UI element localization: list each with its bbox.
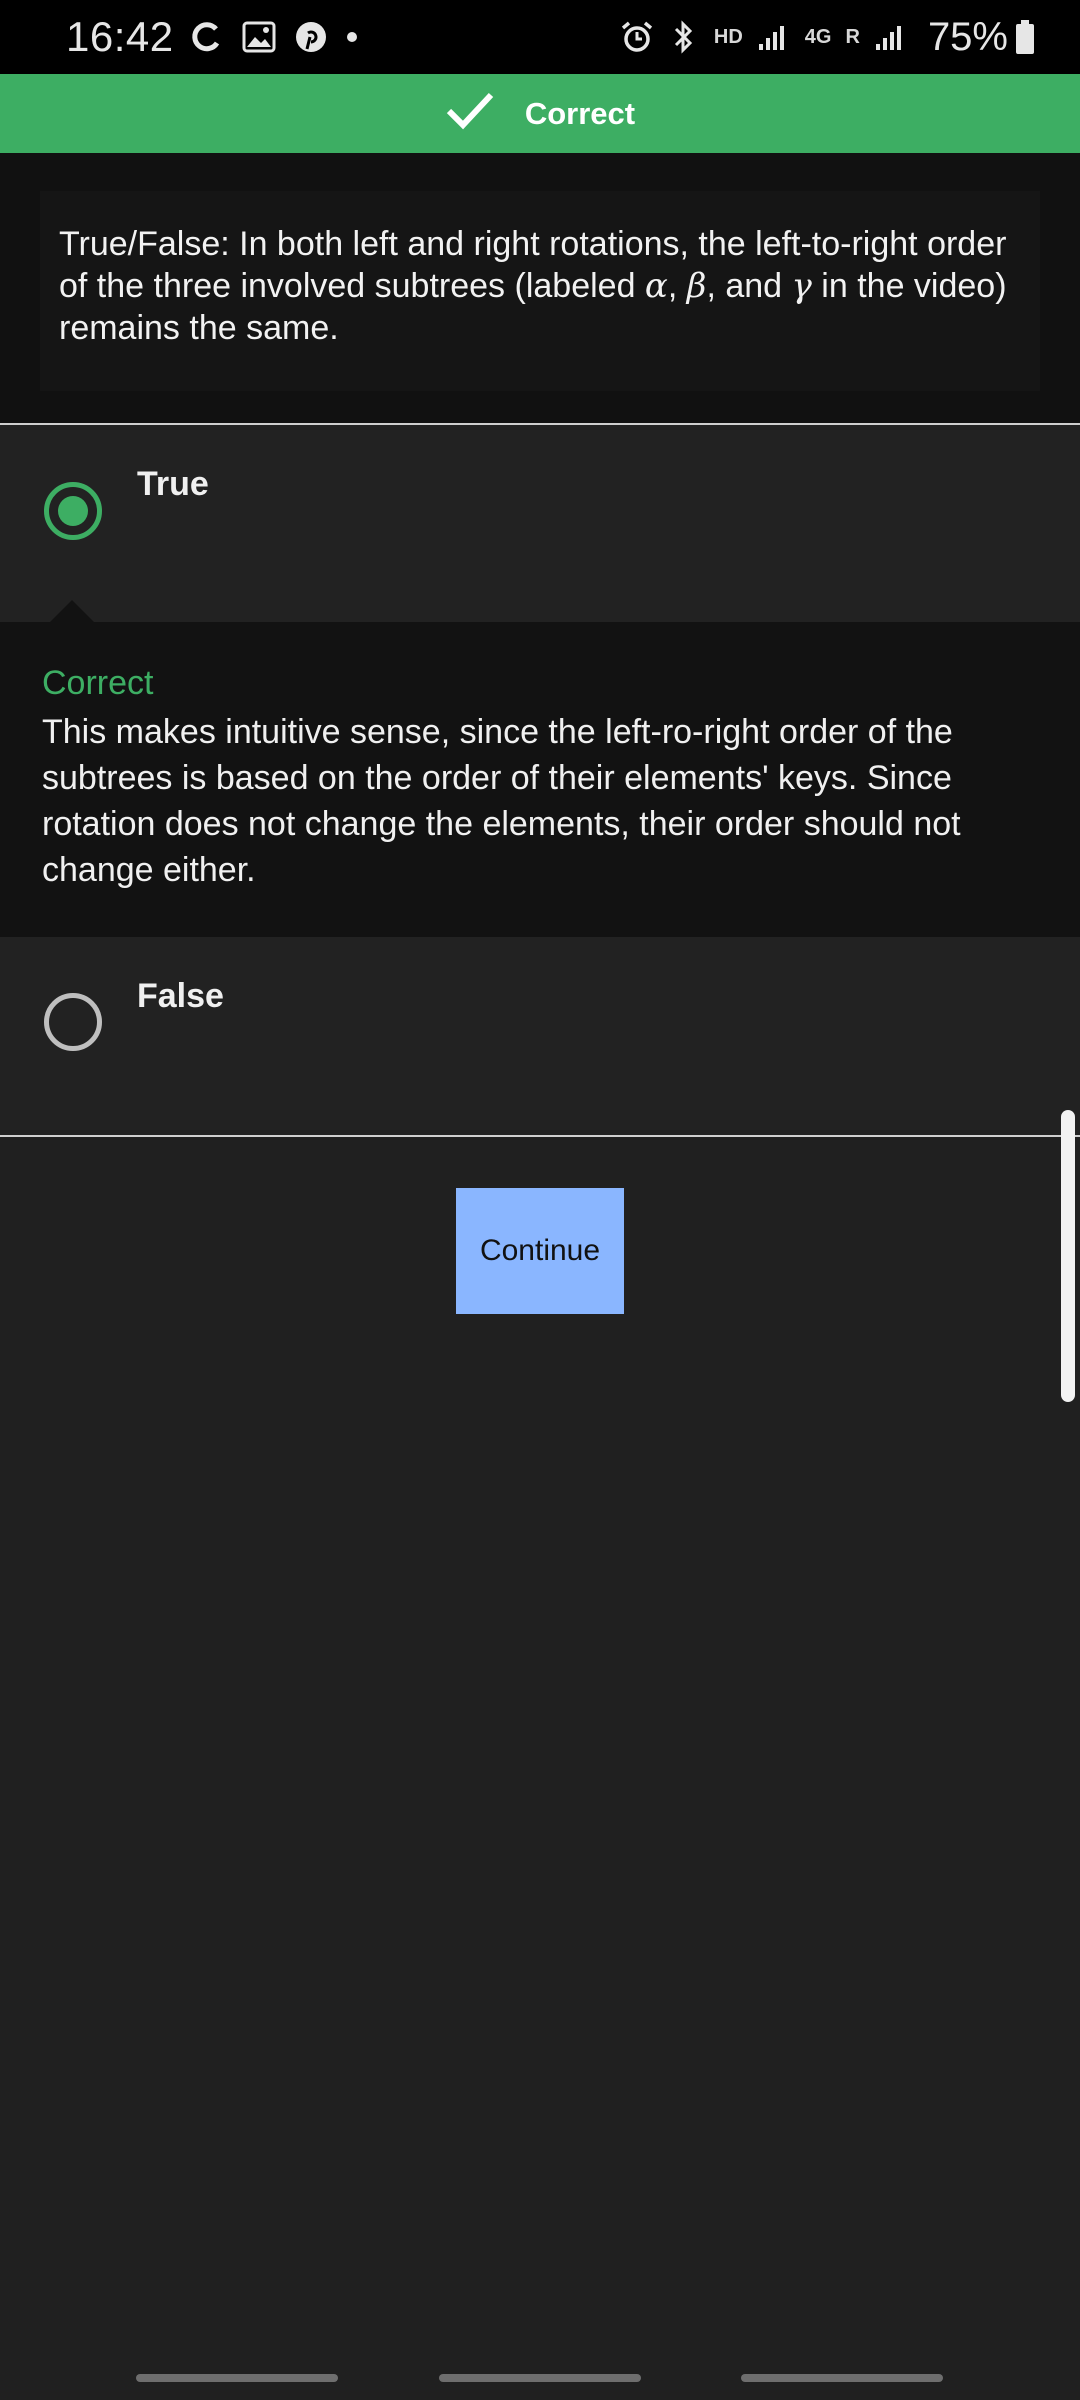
option-false[interactable]: False (0, 937, 1080, 1135)
network-hd-label: HD (713, 25, 743, 48)
signal-icon (757, 22, 787, 52)
question-sep-1: , (667, 267, 687, 305)
radio-false[interactable] (44, 993, 102, 1051)
beta-symbol: β (686, 266, 707, 306)
question-text: True/False: In both left and right rotat… (59, 223, 1020, 349)
question-area: True/False: In both left and right rotat… (0, 153, 1080, 423)
option-label-true: True (137, 465, 209, 503)
battery-percent: 75% (927, 14, 1008, 59)
feedback-caret (50, 600, 94, 622)
dot-icon (346, 31, 358, 43)
sync-icon (190, 20, 224, 54)
signal-icon (874, 22, 904, 52)
question-box: True/False: In both left and right rotat… (40, 191, 1040, 391)
quiz-screen: 16:42 HD 4G R 75% Correct True/False: In… (0, 0, 1080, 2400)
roaming-label: R (845, 25, 860, 48)
status-right: HD 4G R 75% (620, 15, 1036, 60)
alpha-symbol: α (644, 266, 668, 306)
bluetooth-icon (672, 19, 696, 55)
battery-icon (1014, 19, 1036, 55)
checkmark-icon (445, 91, 495, 136)
feedback-title: Correct (42, 664, 154, 702)
option-label-false: False (137, 977, 224, 1015)
continue-button[interactable]: Continue (456, 1188, 624, 1314)
radio-true[interactable] (44, 482, 102, 540)
nav-home-handle[interactable] (439, 2374, 641, 2382)
nav-back-handle[interactable] (741, 2374, 943, 2382)
banner-label: Correct (524, 95, 636, 131)
feedback-body: This makes intuitive sense, since the le… (42, 713, 961, 889)
alarm-icon (620, 20, 654, 54)
status-left: 16:42 (66, 13, 376, 61)
status-bar: 16:42 HD 4G R 75% (0, 0, 1080, 74)
option-true[interactable]: True (0, 425, 1080, 622)
question-sep-2: , and (706, 267, 792, 305)
gallery-icon (242, 21, 276, 53)
divider-bottom (0, 1135, 1080, 1137)
gamma-symbol: γ (791, 266, 812, 306)
scrollbar[interactable] (1061, 1110, 1075, 1402)
result-banner: Correct (0, 74, 1080, 153)
nav-recent-handle[interactable] (136, 2374, 338, 2382)
status-time: 16:42 (66, 13, 174, 60)
network-gen-label: 4G (804, 25, 832, 48)
feedback-panel: Correct This makes intuitive sense, sinc… (0, 600, 1080, 937)
navigation-bar (0, 2374, 1080, 2384)
pinterest-icon (294, 20, 328, 54)
